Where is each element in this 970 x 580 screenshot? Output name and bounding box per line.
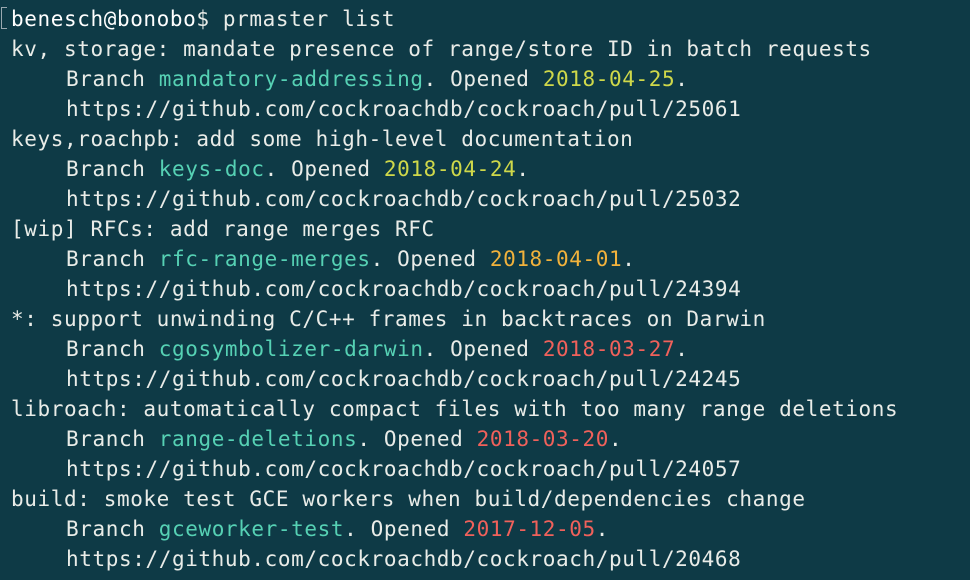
- pr-opened-date: 2018-03-27: [542, 337, 676, 361]
- pr-branch-name: range-deletions: [158, 427, 358, 451]
- pr-opened-date: 2018-03-20: [476, 427, 610, 451]
- pr-url[interactable]: https://github.com/cockroachdb/cockroach…: [11, 94, 970, 124]
- pr-branch-line: Branch rfc-range-merges. Opened 2018-04-…: [66, 247, 636, 271]
- pr-branch-line: Branch gceworker-test. Opened 2017-12-05…: [66, 517, 610, 541]
- pr-url[interactable]: https://github.com/cockroachdb/cockroach…: [11, 364, 970, 394]
- opened-word: Opened: [397, 247, 477, 271]
- pr-url[interactable]: https://github.com/cockroachdb/cockroach…: [11, 544, 970, 574]
- pr-title: kv, storage: mandate presence of range/s…: [11, 37, 872, 61]
- pr-title: keys,roachpb: add some high-level docume…: [11, 127, 634, 151]
- prompt-marker: [1, 7, 7, 29]
- pr-branch-name: mandatory-addressing: [158, 67, 424, 91]
- opened-word: Opened: [291, 157, 371, 181]
- pr-branch-line: Branch mandatory-addressing. Opened 2018…: [66, 67, 689, 91]
- pr-url[interactable]: https://github.com/cockroachdb/cockroach…: [11, 274, 970, 304]
- opened-word: Opened: [370, 517, 451, 541]
- pr-opened-date: 2018-04-24: [383, 157, 517, 181]
- pr-branch-line: Branch cgosymbolizer-darwin. Opened 2018…: [66, 337, 689, 361]
- opened-word: Opened: [450, 67, 530, 91]
- branch-word: Branch: [66, 67, 146, 91]
- prompt-user-host: benesch@bonobo: [11, 7, 197, 31]
- branch-word: Branch: [66, 157, 146, 181]
- branch-word: Branch: [66, 247, 146, 271]
- pr-opened-date: 2018-04-25: [542, 67, 676, 91]
- prompt-command: prmaster list: [222, 7, 396, 31]
- pr-branch-name: rfc-range-merges: [158, 247, 371, 271]
- branch-word: Branch: [66, 517, 146, 541]
- pr-url[interactable]: https://github.com/cockroachdb/cockroach…: [11, 454, 970, 484]
- prompt-line: benesch@bonobo$ prmaster list: [11, 4, 970, 34]
- pr-title: libroach: automatically compact files wi…: [11, 397, 899, 421]
- branch-word: Branch: [66, 427, 146, 451]
- opened-word: Opened: [383, 427, 464, 451]
- pr-opened-date: 2017-12-05: [463, 517, 596, 541]
- branch-word: Branch: [66, 337, 146, 361]
- opened-word: Opened: [450, 337, 530, 361]
- pr-opened-date: 2018-04-01: [489, 247, 623, 271]
- pr-url[interactable]: https://github.com/cockroachdb/cockroach…: [11, 184, 970, 214]
- pr-branch-name: gceworker-test: [158, 517, 345, 541]
- terminal-window[interactable]: benesch@bonobo$ prmaster list kv, storag…: [0, 0, 970, 580]
- pr-branch-name: keys-doc: [158, 157, 265, 181]
- pr-branch-line: Branch range-deletions. Opened 2018-03-2…: [66, 427, 623, 451]
- pr-branch-line: Branch keys-doc. Opened 2018-04-24.: [66, 157, 530, 181]
- pr-branch-name: cgosymbolizer-darwin: [158, 337, 424, 361]
- prompt-symbol: $: [196, 7, 210, 31]
- pr-title: build: smoke test GCE workers when build…: [11, 487, 806, 511]
- pr-title: *: support unwinding C/C++ frames in bac…: [11, 307, 766, 331]
- pr-title: [wip] RFCs: add range merges RFC: [11, 217, 435, 241]
